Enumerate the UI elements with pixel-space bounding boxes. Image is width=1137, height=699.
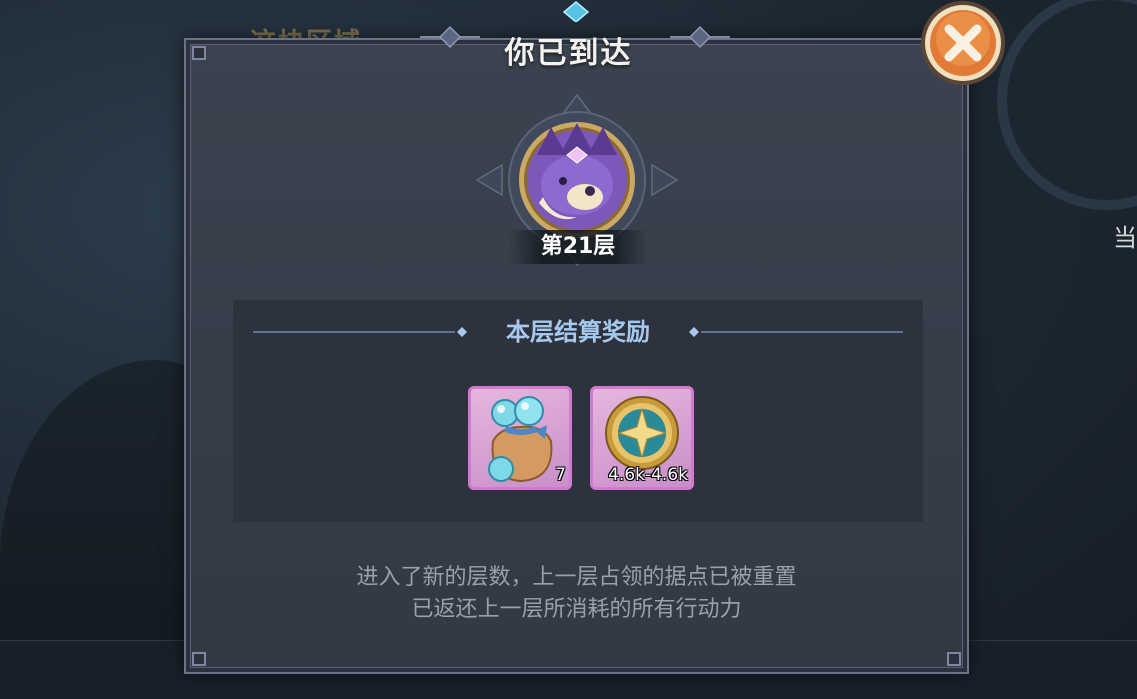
close-icon: [921, 1, 1005, 85]
corner-ornament: [947, 652, 961, 666]
floor-label: 第21层: [508, 230, 648, 264]
item-count: 7: [555, 465, 566, 485]
reward-header: 本层结算奖励: [233, 314, 923, 350]
reset-notice-line: 已返还上一层所消耗的所有行动力: [411, 597, 742, 622]
reset-notice: 进入了新的层数，上一层占领的据点已被重置 已返还上一层所消耗的所有行动力: [184, 562, 969, 626]
game-scene: 这块区域 当 你已到达: [0, 0, 1137, 699]
reset-notice-line: 进入了新的层数，上一层占领的据点已被重置: [356, 565, 797, 590]
close-button[interactable]: [913, 0, 1013, 90]
crest-gem-icon: [562, 1, 590, 22]
reward-title: 本层结算奖励: [506, 318, 650, 346]
corner-ornament: [192, 652, 206, 666]
reward-section: 本层结算奖励 7 4.6k-4.6k: [233, 300, 923, 522]
reward-item-gem-bag[interactable]: 7: [468, 386, 572, 490]
background-side-text: 当: [1113, 224, 1137, 252]
reward-item-star-coin[interactable]: 4.6k-4.6k: [590, 386, 694, 490]
item-count: 4.6k-4.6k: [608, 465, 688, 485]
